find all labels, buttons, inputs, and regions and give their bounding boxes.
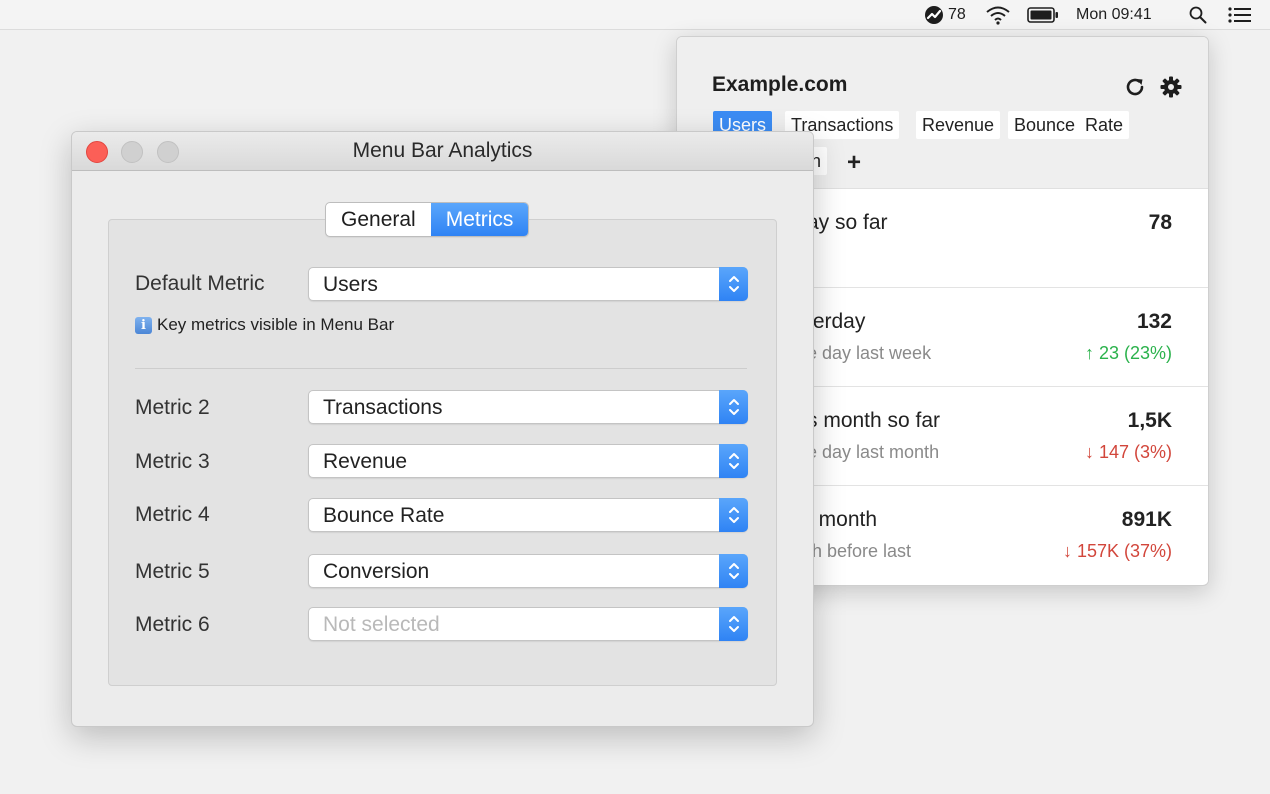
preferences-window: Menu Bar Analytics General Metrics Defau… xyxy=(71,131,814,727)
preferences-tab-control: General Metrics xyxy=(325,202,530,237)
add-metric-button[interactable]: + xyxy=(847,149,861,177)
metric-4-select[interactable]: Bounce Rate xyxy=(308,498,748,532)
zoom-window-button[interactable] xyxy=(157,141,179,163)
battery-icon[interactable] xyxy=(1027,0,1059,29)
stat-title: t month xyxy=(807,508,878,531)
default-metric-label: Default Metric xyxy=(135,272,265,295)
notification-center-icon[interactable] xyxy=(1228,0,1252,29)
metric-2-label: Metric 2 xyxy=(135,396,210,419)
stat-change: ↑ 23 (23%) xyxy=(1084,343,1172,363)
stat-value: 1,5K xyxy=(1127,409,1172,432)
stat-value: 132 xyxy=(1136,310,1172,333)
wifi-icon[interactable] xyxy=(985,0,1011,29)
hint-text: Key metrics visible in Menu Bar xyxy=(157,315,395,334)
metric-3-select[interactable]: Revenue xyxy=(308,444,748,478)
updown-chevron-icon xyxy=(719,498,748,532)
stat-value: 891K xyxy=(1121,508,1172,531)
spotlight-search-icon[interactable] xyxy=(1189,0,1207,29)
stat-comparison: e day last week xyxy=(807,343,932,363)
settings-gear-icon[interactable] xyxy=(1159,75,1183,99)
section-divider xyxy=(135,368,747,369)
updown-chevron-icon xyxy=(719,607,748,641)
analytics-status-item[interactable]: 78 xyxy=(924,0,966,29)
metric-6-label: Metric 6 xyxy=(135,613,210,636)
refresh-icon[interactable] xyxy=(1123,75,1147,99)
menu-bar: 78 Mon 09:41 xyxy=(0,0,1270,30)
minimize-window-button[interactable] xyxy=(121,141,143,163)
tab-general[interactable]: General xyxy=(326,203,431,236)
status-item-count: 78 xyxy=(948,5,966,23)
updown-chevron-icon xyxy=(719,554,748,588)
updown-chevron-icon xyxy=(719,444,748,478)
select-value: Users xyxy=(323,273,378,296)
stat-change: ↓ 157K (37%) xyxy=(1062,541,1172,561)
updown-chevron-icon xyxy=(719,267,748,301)
metric-4-label: Metric 4 xyxy=(135,503,210,526)
metric-3-label: Metric 3 xyxy=(135,450,210,473)
info-icon: i xyxy=(135,316,152,334)
stat-title: s month so far xyxy=(807,409,941,432)
select-value: Transactions xyxy=(323,396,443,419)
metric-2-select[interactable]: Transactions xyxy=(308,390,748,424)
select-placeholder: Not selected xyxy=(323,613,440,636)
stat-title: ay so far xyxy=(807,211,888,234)
stat-comparison: th before last xyxy=(807,541,912,561)
window-titlebar[interactable]: Menu Bar Analytics xyxy=(72,132,813,171)
default-metric-select[interactable]: Users xyxy=(308,267,748,301)
select-value: Conversion xyxy=(323,560,430,583)
stat-comparison: e day last month xyxy=(807,442,940,462)
menu-bar-clock[interactable]: Mon 09:41 xyxy=(1076,0,1152,29)
popover-tab-bounce-rate[interactable]: Bounce Rate xyxy=(1008,111,1130,139)
metric-5-label: Metric 5 xyxy=(135,560,210,583)
tab-metrics[interactable]: Metrics xyxy=(430,203,529,236)
window-title: Menu Bar Analytics xyxy=(352,139,533,162)
updown-chevron-icon xyxy=(719,390,748,424)
stat-title: terday xyxy=(807,310,866,333)
menu-bar-hint: i Key metrics visible in Menu Bar xyxy=(135,315,394,335)
analytics-logo-icon xyxy=(924,5,944,25)
close-window-button[interactable] xyxy=(86,141,108,163)
metric-6-select[interactable]: Not selected xyxy=(308,607,748,641)
stat-change: ↓ 147 (3%) xyxy=(1084,442,1172,462)
stat-value: 78 xyxy=(1148,211,1172,234)
select-value: Bounce Rate xyxy=(323,504,445,527)
popover-tab-revenue[interactable]: Revenue xyxy=(916,111,1001,139)
select-value: Revenue xyxy=(323,450,408,473)
metric-5-select[interactable]: Conversion xyxy=(308,554,748,588)
site-title: Example.com xyxy=(712,73,848,96)
